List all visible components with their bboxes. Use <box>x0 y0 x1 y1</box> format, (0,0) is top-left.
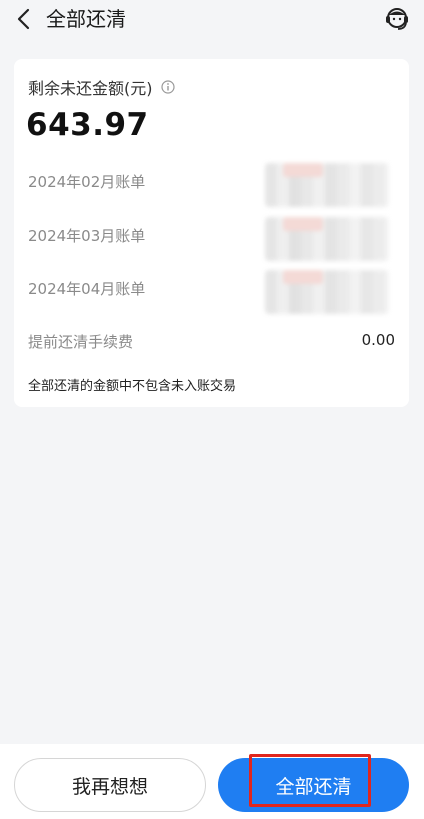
fee-row: 提前还清手续费 0.00 <box>28 331 395 353</box>
page-title: 全部还清 <box>46 7 126 31</box>
bill-label: 2024年03月账单 <box>28 227 146 245</box>
bill-label: 2024年02月账单 <box>28 173 146 191</box>
fee-value: 0.00 <box>361 331 395 349</box>
blurred-amount <box>265 217 389 261</box>
bottom-action-bar: 我再想想 全部还清 <box>0 744 424 819</box>
balance-label-row: 剩余未还金额(元) <box>28 75 175 99</box>
chevron-left-icon <box>17 8 30 30</box>
customer-service-icon <box>386 8 408 30</box>
think-again-button[interactable]: 我再想想 <box>14 758 206 812</box>
top-bar: 全部还清 <box>0 0 424 40</box>
fee-label: 提前还清手续费 <box>28 333 134 351</box>
info-icon[interactable] <box>160 80 175 94</box>
pay-off-all-button[interactable]: 全部还清 <box>218 758 409 812</box>
blurred-amount <box>265 163 389 207</box>
back-button[interactable] <box>10 6 38 32</box>
balance-card: 剩余未还金额(元) 643.97 2024年02月账单 2024年03月账单 2… <box>14 59 409 407</box>
bill-row: 2024年02月账单 <box>28 163 395 211</box>
bill-label: 2024年04月账单 <box>28 280 146 298</box>
balance-label: 剩余未还金额(元) <box>28 79 153 98</box>
note-text: 全部还清的金额中不包含未入账交易 <box>28 379 237 394</box>
bill-row: 2024年04月账单 <box>28 270 395 318</box>
customer-service-button[interactable] <box>382 4 412 34</box>
blurred-amount <box>265 270 389 314</box>
balance-amount: 643.97 <box>26 107 149 143</box>
bill-row: 2024年03月账单 <box>28 217 395 265</box>
